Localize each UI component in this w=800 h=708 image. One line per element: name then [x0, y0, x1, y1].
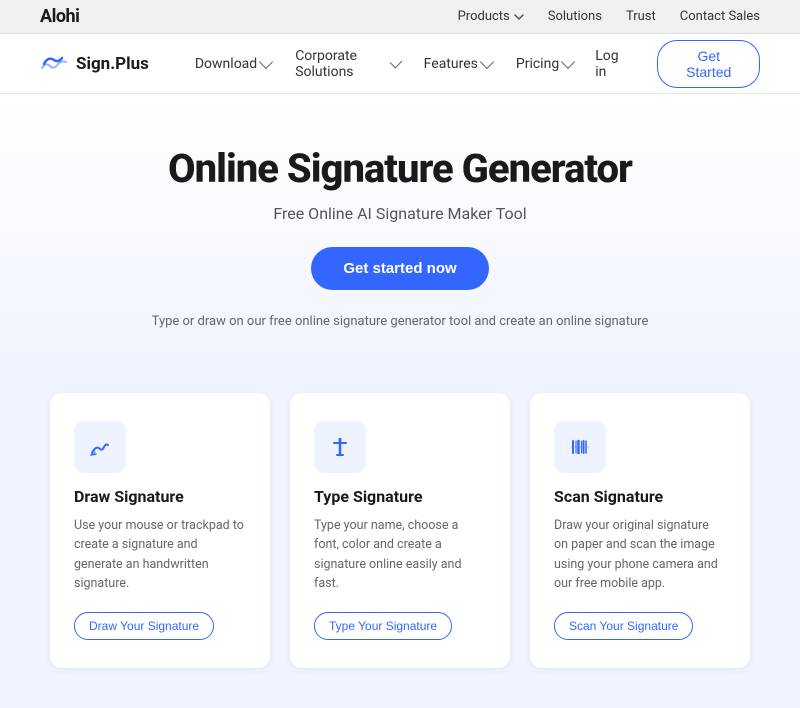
login-button[interactable]: Log in: [583, 42, 641, 86]
hero-title: Online Signature Generator: [40, 146, 760, 192]
nav-links: Download Corporate Solutions Features Pr…: [185, 42, 583, 86]
chevron-down-icon: [259, 55, 273, 69]
draw-card-title: Draw Signature: [74, 487, 246, 506]
nav-download[interactable]: Download: [185, 50, 281, 78]
hero-subtitle: Free Online AI Signature Maker Tool: [40, 204, 760, 223]
scan-card-title: Scan Signature: [554, 487, 726, 506]
scan-icon-wrap: [554, 421, 606, 473]
chevron-down-icon: [561, 55, 575, 69]
scan-signature-icon: [566, 433, 594, 461]
top-bar: Alohi Products Solutions Trust Contact S…: [0, 0, 800, 34]
chevron-down-icon: [480, 55, 494, 69]
main-nav-left: Sign.Plus Download Corporate Solutions F…: [40, 42, 583, 86]
nav-corporate[interactable]: Corporate Solutions: [285, 42, 409, 86]
main-nav: Sign.Plus Download Corporate Solutions F…: [0, 34, 800, 94]
draw-card-desc: Use your mouse or trackpad to create a s…: [74, 516, 246, 594]
scan-signature-card: Scan Signature Draw your original signat…: [530, 393, 750, 668]
alohi-logo: Alohi: [40, 6, 79, 27]
hero-section: Online Signature Generator Free Online A…: [0, 94, 800, 369]
hero-cta-button[interactable]: Get started now: [311, 247, 488, 290]
chevron-down-icon: [390, 56, 403, 69]
type-icon-wrap: [314, 421, 366, 473]
top-nav-contact[interactable]: Contact Sales: [680, 9, 760, 24]
nav-pricing[interactable]: Pricing: [506, 50, 583, 78]
draw-icon-wrap: [74, 421, 126, 473]
top-bar-nav: Products Solutions Trust Contact Sales: [458, 9, 760, 24]
brand-name: Sign.Plus: [76, 54, 149, 74]
top-nav-trust[interactable]: Trust: [626, 9, 656, 24]
main-nav-right: Log in Get Started: [583, 40, 760, 88]
draw-signature-card: Draw Signature Use your mouse or trackpa…: [50, 393, 270, 668]
cards-section: Draw Signature Use your mouse or trackpa…: [0, 369, 800, 708]
signplus-icon: [40, 54, 68, 74]
scan-card-desc: Draw your original signature on paper an…: [554, 516, 726, 594]
get-started-button[interactable]: Get Started: [657, 40, 760, 88]
nav-features[interactable]: Features: [414, 50, 502, 78]
type-signature-card: Type Signature Type your name, choose a …: [290, 393, 510, 668]
top-nav-products[interactable]: Products: [458, 9, 524, 24]
draw-signature-icon: [86, 433, 114, 461]
brand-logo[interactable]: Sign.Plus: [40, 54, 149, 74]
type-signature-icon: [326, 433, 354, 461]
hero-description: Type or draw on our free online signatur…: [40, 314, 760, 329]
top-nav-solutions[interactable]: Solutions: [548, 9, 602, 24]
draw-card-button[interactable]: Draw Your Signature: [74, 612, 214, 640]
type-card-button[interactable]: Type Your Signature: [314, 612, 452, 640]
scan-card-button[interactable]: Scan Your Signature: [554, 612, 693, 640]
type-card-title: Type Signature: [314, 487, 486, 506]
type-card-desc: Type your name, choose a font, color and…: [314, 516, 486, 594]
